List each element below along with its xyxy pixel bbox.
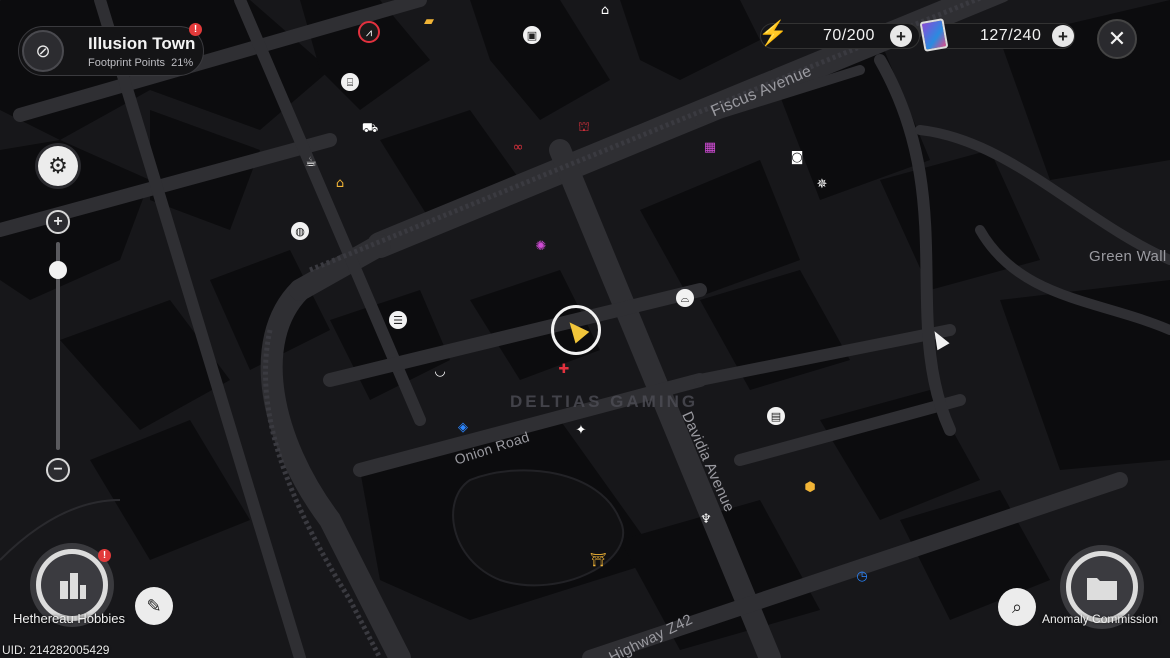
folder-icon — [1071, 556, 1133, 618]
close-button[interactable]: ✕ — [1097, 19, 1137, 59]
sofa-icon[interactable]: ⌓ — [676, 289, 694, 307]
footprint-points-label: Footprint Points — [88, 57, 166, 69]
area-label-green-wall: Green Wall — [1089, 248, 1167, 265]
noodle-bowl-icon[interactable]: ◡ — [430, 361, 450, 381]
battery-value: 70/200 — [823, 27, 875, 44]
settings-button[interactable]: ⚙ — [38, 146, 78, 186]
coffee-icon[interactable]: ☕ — [301, 152, 321, 172]
magenta-shop-icon[interactable]: ▦ — [700, 137, 720, 157]
card-icon — [919, 18, 949, 52]
clock-icon[interactable]: ◷ — [852, 566, 872, 586]
player-marker — [551, 305, 601, 355]
red-link-icon[interactable]: ∞ — [508, 137, 528, 157]
zoom-slider-thumb[interactable] — [49, 261, 67, 279]
location-alert-badge: ! — [189, 23, 202, 36]
battery-icon: ⚡ — [758, 20, 788, 47]
zoom-in-button[interactable]: + — [46, 210, 70, 234]
anomaly-commission-label: Anomaly Commission — [1042, 612, 1159, 626]
notes-icon: ✎ — [146, 595, 162, 616]
hobbies-alert-badge: ! — [98, 549, 111, 562]
burger-icon[interactable]: ☰ — [389, 311, 407, 329]
emblem-icon[interactable]: ✺ — [531, 236, 551, 256]
bangboo-icon[interactable]: ✦ — [571, 420, 591, 440]
player-direction-icon — [562, 316, 590, 344]
warp-beacon-icon[interactable]: ⩘ — [358, 21, 380, 43]
magnifier-icon: ⌕ — [1011, 596, 1023, 617]
hobbies-label: Hethereau Hobbies — [13, 611, 126, 626]
uid-text: UID: 214282005429 — [2, 643, 110, 657]
compass-icon[interactable]: ⊘ — [22, 30, 64, 72]
card-value: 127/240 — [980, 27, 1042, 44]
search-map-button[interactable]: ⌕ — [998, 588, 1036, 626]
watermark: DELTIAS GAMING — [510, 392, 699, 411]
gold-stack-icon[interactable]: ▰ — [419, 11, 439, 31]
zoom-out-button[interactable]: − — [46, 458, 70, 482]
building-icon[interactable]: ⌂ — [595, 0, 615, 20]
police-badge-icon[interactable]: ◈ — [453, 417, 473, 437]
red-gate-icon[interactable]: ⛫ — [574, 117, 594, 137]
city-buildings-icon — [41, 554, 103, 616]
map-screen: Fiscus Avenue Green Wall Onion Road Davi… — [0, 0, 1170, 658]
add-card-button[interactable]: + — [1052, 25, 1074, 47]
washer-icon[interactable]: ◍ — [291, 222, 309, 240]
target-icon[interactable]: ✵ — [812, 174, 832, 194]
add-battery-button[interactable]: + — [890, 25, 912, 47]
store-icon[interactable]: ▤ — [767, 407, 785, 425]
temple-icon[interactable]: ⛩ — [588, 550, 608, 570]
crate-icon[interactable]: ⬢ — [800, 477, 820, 497]
shop-stall-icon[interactable]: ⌸ — [341, 73, 359, 91]
ice-cream-icon[interactable]: ♆ — [696, 509, 716, 529]
home-icon[interactable]: ⌂ — [330, 173, 350, 193]
gift-icon[interactable]: ▣ — [523, 26, 541, 44]
notes-button[interactable]: ✎ — [135, 587, 173, 625]
camera-icon[interactable]: ◙ — [787, 147, 807, 167]
medical-icon[interactable]: ✚ — [554, 359, 574, 379]
footprint-points-value: 21% — [171, 57, 194, 69]
shopping-cart-icon[interactable]: ⛟ — [360, 118, 380, 138]
footprint-label: Footprint Points 21% — [88, 57, 193, 69]
location-title: Illusion Town — [88, 34, 196, 53]
